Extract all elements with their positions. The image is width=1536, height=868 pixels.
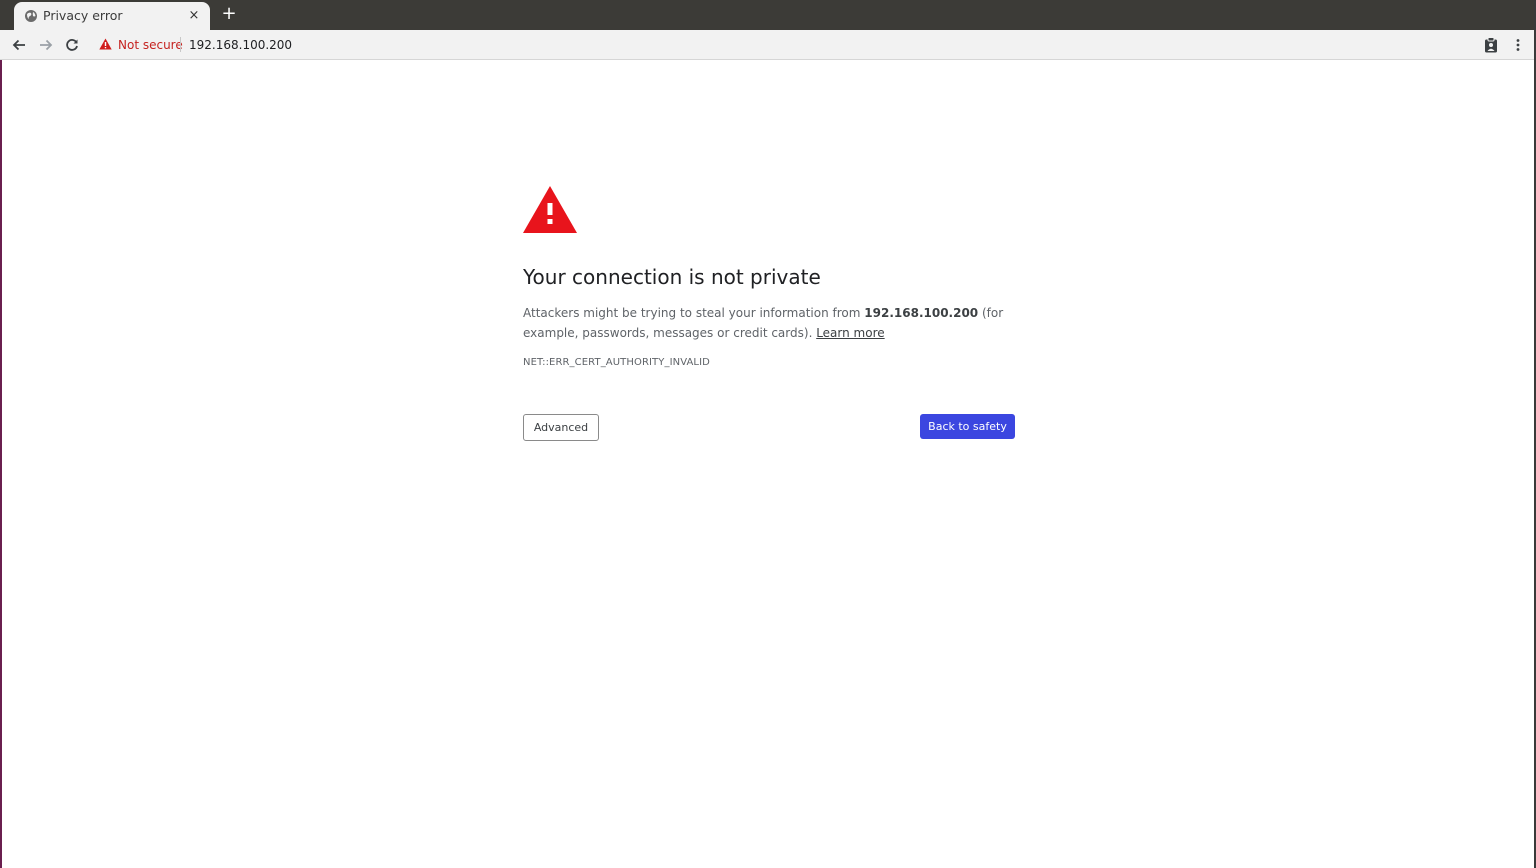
extension-button[interactable] xyxy=(1482,36,1500,54)
warning-triangle-icon xyxy=(523,186,577,233)
tab-close-icon[interactable]: × xyxy=(186,7,202,23)
new-tab-button[interactable]: + xyxy=(220,5,238,23)
desktop-edge-left xyxy=(0,0,2,868)
url-text[interactable]: 192.168.100.200 xyxy=(189,38,292,52)
back-button[interactable] xyxy=(10,36,28,54)
globe-icon xyxy=(25,10,37,22)
omnibox-separator xyxy=(180,37,181,52)
reload-button[interactable] xyxy=(63,36,81,54)
tab-title: Privacy error xyxy=(43,8,123,23)
back-to-safety-button[interactable]: Back to safety xyxy=(920,414,1015,439)
arrow-back-icon xyxy=(12,39,25,51)
kebab-menu-icon xyxy=(1516,39,1520,51)
arrow-forward-icon xyxy=(40,39,53,51)
menu-button[interactable] xyxy=(1509,36,1527,54)
tab-strip: Privacy error × + xyxy=(0,0,1536,30)
warning-triangle-icon xyxy=(99,38,112,50)
error-code: NET::ERR_CERT_AUTHORITY_INVALID xyxy=(523,357,710,368)
reload-icon xyxy=(66,39,78,51)
host-name: 192.168.100.200 xyxy=(864,306,979,320)
omnibox[interactable]: Not secure 192.168.100.200 xyxy=(94,33,1474,57)
warning-description: Attackers might be trying to steal your … xyxy=(523,303,1023,343)
not-secure-label[interactable]: Not secure xyxy=(118,38,183,52)
clipboard-icon xyxy=(1485,37,1497,53)
page-title: Your connection is not private xyxy=(523,265,821,289)
description-prefix: Attackers might be trying to steal your … xyxy=(523,306,865,320)
advanced-button[interactable]: Advanced xyxy=(523,414,599,441)
toolbar: Not secure 192.168.100.200 xyxy=(0,30,1536,60)
browser-window: Privacy error × + Not secure 192.168.100… xyxy=(0,0,1536,868)
forward-button[interactable] xyxy=(37,36,55,54)
learn-more-link[interactable]: Learn more xyxy=(816,326,884,340)
tab-privacy-error[interactable]: Privacy error × xyxy=(14,2,210,30)
